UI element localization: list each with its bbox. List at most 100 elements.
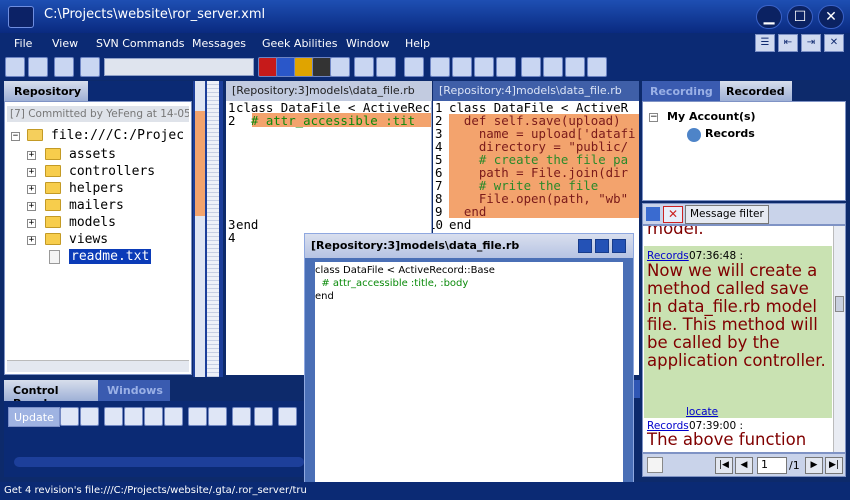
control-buttons — [58, 407, 308, 427]
maximize-icon[interactable]: ☐ — [787, 5, 813, 29]
document-icon[interactable] — [404, 57, 424, 77]
expand-icon[interactable]: + — [27, 236, 36, 245]
compare-icon[interactable] — [565, 57, 585, 77]
menu-geek-abilities[interactable]: Geek Abilities — [262, 37, 337, 50]
popup-pin-icon[interactable] — [595, 239, 609, 253]
up-arrow-icon[interactable] — [430, 57, 450, 77]
tree-item-mailers[interactable]: + mailers — [27, 198, 187, 215]
tree-item-views[interactable]: + views — [27, 232, 187, 249]
down-double-icon[interactable] — [496, 57, 516, 77]
splitter-lines — [207, 81, 219, 377]
filter-icon[interactable] — [80, 57, 100, 77]
flag-icon[interactable] — [232, 407, 251, 426]
menu-svn-commands[interactable]: SVN Commands — [96, 37, 185, 50]
stop-icon[interactable] — [312, 57, 332, 77]
tree-item-label: assets — [69, 147, 116, 162]
record-icon[interactable] — [258, 57, 278, 77]
network-remove-icon[interactable] — [164, 407, 183, 426]
link-icon[interactable] — [254, 407, 273, 426]
popup-content[interactable]: class DataFile < ActiveRecord::Base # at… — [315, 262, 623, 488]
expand-icon[interactable]: + — [27, 219, 36, 228]
toolbar-field[interactable] — [104, 58, 254, 76]
expand-icon[interactable]: + — [27, 168, 36, 177]
close-doc-icon[interactable]: ✕ — [824, 34, 844, 52]
collapse-icon[interactable]: − — [11, 132, 20, 141]
tree-root[interactable]: − file:///C:/Projec — [11, 128, 191, 145]
pager: |◀ ◀ 1 /1 ▶ ▶| — [642, 453, 846, 477]
popup-minimize-icon[interactable] — [578, 239, 592, 253]
dock-left-icon[interactable]: ⇤ — [778, 34, 798, 52]
network-icon[interactable] — [104, 407, 123, 426]
copy-icon[interactable] — [80, 407, 99, 426]
first-page-icon[interactable]: |◀ — [715, 457, 733, 474]
tab-windows[interactable]: Windows — [98, 380, 170, 401]
calendar-icon[interactable] — [278, 407, 297, 426]
collapse-icon[interactable]: − — [649, 113, 658, 122]
layout-icon[interactable]: ☰ — [755, 34, 775, 52]
tree-item-label: controllers — [69, 164, 156, 179]
update-button[interactable]: Update — [8, 407, 60, 427]
account-root[interactable]: My Account(s) — [667, 110, 756, 123]
dropdown-icon[interactable] — [330, 57, 350, 77]
last-page-icon[interactable]: ▶| — [825, 457, 843, 474]
menu-help[interactable]: Help — [405, 37, 430, 50]
tab-repository[interactable]: Repository — [4, 81, 88, 101]
tab-recording[interactable]: Recording — [642, 81, 720, 101]
sparkle-icon[interactable] — [452, 57, 472, 77]
horizontal-scrollbar[interactable] — [7, 360, 189, 372]
prev-page-icon[interactable]: ◀ — [735, 457, 753, 474]
tree-item-controllers[interactable]: + controllers — [27, 164, 187, 181]
menu-file[interactable]: File — [14, 37, 32, 50]
locate-link[interactable]: locate — [686, 406, 718, 418]
expand-icon[interactable]: + — [27, 185, 36, 194]
network-check-icon[interactable] — [144, 407, 163, 426]
next-page-icon[interactable]: ▶ — [805, 457, 823, 474]
folder-icon — [45, 199, 61, 211]
message-icon[interactable] — [646, 207, 660, 221]
expand-icon[interactable]: + — [27, 202, 36, 211]
open-folder-icon[interactable] — [5, 57, 25, 77]
menu-window[interactable]: Window — [346, 37, 389, 50]
tab-editor-right[interactable]: [Repository:4]models\data_file.rb — [433, 81, 639, 101]
highlight-icon[interactable] — [294, 57, 314, 77]
down-arrow-icon[interactable] — [474, 57, 494, 77]
search-icon[interactable] — [354, 57, 374, 77]
message-text: Now we will create a method called save … — [647, 261, 826, 370]
tab-recorded[interactable]: Recorded — [720, 81, 792, 101]
search-user-icon[interactable] — [188, 407, 207, 426]
folder-icon — [45, 148, 61, 160]
grid-icon[interactable] — [521, 57, 541, 77]
page-input[interactable]: 1 — [757, 457, 787, 474]
tree-item-readme[interactable]: readme.txt — [45, 249, 185, 266]
search-files-icon[interactable] — [208, 407, 227, 426]
scroll-thumb[interactable] — [835, 296, 844, 312]
minimize-icon[interactable]: ▁ — [756, 5, 782, 29]
calendar-icon[interactable] — [647, 457, 663, 473]
scroll-edge — [634, 380, 640, 398]
expand-icon[interactable]: + — [27, 151, 36, 160]
find-icon[interactable] — [376, 57, 396, 77]
splitter[interactable] — [193, 81, 223, 377]
menu-view[interactable]: View — [52, 37, 78, 50]
network-add-icon[interactable] — [124, 407, 143, 426]
popup-close-icon[interactable] — [612, 239, 626, 253]
refresh-icon[interactable] — [587, 57, 607, 77]
records-item[interactable]: Records — [705, 127, 755, 140]
browse-icon[interactable] — [28, 57, 48, 77]
save-icon[interactable] — [54, 57, 74, 77]
snowflake-icon[interactable] — [60, 407, 79, 426]
tree-item-helpers[interactable]: + helpers — [27, 181, 187, 198]
tree-item-assets[interactable]: + assets — [27, 147, 187, 164]
info-icon[interactable] — [276, 57, 296, 77]
dock-right-icon[interactable]: ⇥ — [801, 34, 821, 52]
tab-editor-left[interactable]: [Repository:3]models\data_file.rb — [226, 81, 432, 101]
print-icon[interactable] — [543, 57, 563, 77]
close-icon[interactable]: ✕ — [818, 5, 844, 29]
menu-messages[interactable]: Messages — [192, 37, 246, 50]
message-scrollbar[interactable] — [833, 226, 845, 452]
tree-item-models[interactable]: + models — [27, 215, 187, 232]
status-text: Get 4 revision's file:///C:/Projects/web… — [4, 485, 307, 496]
clear-filter-icon[interactable]: ✕ — [663, 206, 683, 223]
message-filter-button[interactable]: Message filter — [685, 205, 769, 224]
tab-control-panel[interactable]: Control Panel — [4, 380, 98, 410]
